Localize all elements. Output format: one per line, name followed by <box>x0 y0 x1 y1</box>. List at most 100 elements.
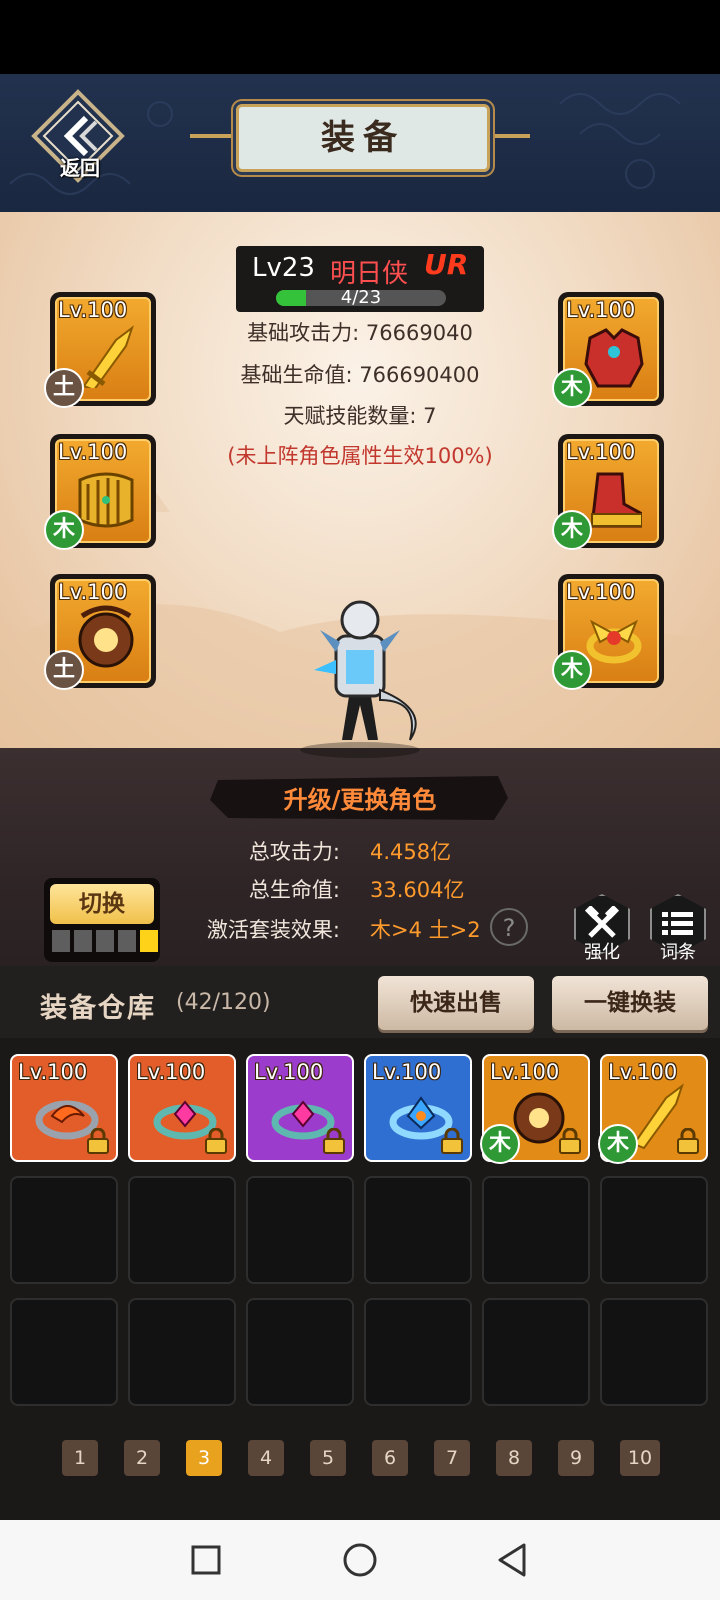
list-icon <box>662 912 693 935</box>
affix-button[interactable]: 词条 <box>650 894 706 963</box>
total-hp-label: 总生命值: <box>248 878 340 902</box>
total-attack-label: 总攻击力: <box>248 840 340 864</box>
page-8-button[interactable]: 8 <box>496 1440 532 1476</box>
inventory-item[interactable]: Lv.100 <box>364 1054 472 1162</box>
switch-segment-active <box>140 930 158 952</box>
wood-element-badge: 木 <box>552 650 592 690</box>
switch-segment <box>52 930 70 952</box>
set-bonus-value: 木>4 土>2 <box>370 918 481 942</box>
page-10-button[interactable]: 10 <box>620 1440 660 1476</box>
warehouse-count: (42/120) <box>176 990 271 1015</box>
item-level: Lv.100 <box>490 1060 560 1084</box>
hero-level: Lv23 <box>252 253 315 283</box>
wood-element-badge: 木 <box>598 1124 638 1164</box>
page-2-button[interactable]: 2 <box>124 1440 160 1476</box>
wood-element-badge: 木 <box>480 1124 520 1164</box>
page-4-button[interactable]: 4 <box>248 1440 284 1476</box>
status-bar <box>0 0 720 74</box>
empty-inventory-slot[interactable] <box>600 1176 708 1284</box>
quick-sell-button[interactable]: 快速出售 <box>378 976 534 1030</box>
title-rod-left <box>190 134 236 138</box>
lock-icon <box>441 1128 463 1154</box>
hero-rarity-badge: UR <box>424 248 469 281</box>
lock-icon <box>87 1128 109 1154</box>
empty-inventory-slot[interactable] <box>10 1298 118 1406</box>
base-hp-stat: 基础生命值: 766690400 <box>240 363 480 387</box>
equip-slot-boots[interactable]: Lv.100 木 <box>552 434 664 550</box>
total-hp-value: 33.604亿 <box>370 878 465 902</box>
slot-level: Lv.100 <box>58 298 128 322</box>
empty-inventory-slot[interactable] <box>128 1176 236 1284</box>
empty-inventory-slot[interactable] <box>364 1298 472 1406</box>
wood-element-badge: 木 <box>552 368 592 408</box>
total-attack-value: 4.458亿 <box>370 840 452 864</box>
slot-level: Lv.100 <box>58 440 128 464</box>
back-nav-icon[interactable] <box>496 1542 528 1578</box>
system-nav-bar <box>0 1520 720 1600</box>
page-5-button[interactable]: 5 <box>310 1440 346 1476</box>
hammers-icon <box>584 906 620 938</box>
lock-icon <box>205 1128 227 1154</box>
empty-inventory-slot[interactable] <box>246 1298 354 1406</box>
hero-name: 明日侠 <box>330 259 409 289</box>
switch-button[interactable]: 切换 <box>50 884 154 924</box>
earth-element-badge: 土 <box>44 368 84 408</box>
page-1-button[interactable]: 1 <box>62 1440 98 1476</box>
lock-icon <box>677 1128 699 1154</box>
hero-xp-text: 4/23 <box>340 287 382 308</box>
empty-inventory-slot[interactable] <box>600 1298 708 1406</box>
affix-label: 词条 <box>660 942 696 963</box>
slot-level: Lv.100 <box>58 580 128 604</box>
inventory-item[interactable]: Lv.100 木 <box>480 1054 590 1164</box>
equip-slot-amulet[interactable]: Lv.100 土 <box>44 574 156 690</box>
recent-apps-icon[interactable] <box>190 1544 222 1576</box>
set-bonus-label: 激活套装效果: <box>206 918 340 942</box>
switch-segment <box>96 930 114 952</box>
slot-level: Lv.100 <box>566 440 636 464</box>
page-7-button[interactable]: 7 <box>434 1440 470 1476</box>
equip-slot-ring[interactable]: Lv.100 木 <box>552 574 664 690</box>
empty-inventory-slot[interactable] <box>482 1176 590 1284</box>
page-title: 装备 <box>321 118 405 158</box>
page-6-button[interactable]: 6 <box>372 1440 408 1476</box>
golden-sword-icon <box>82 325 134 388</box>
home-icon[interactable] <box>342 1542 378 1578</box>
title-rod-right <box>484 134 530 138</box>
switch-segment <box>118 930 136 952</box>
inventory-item[interactable]: Lv.100 <box>128 1054 236 1162</box>
item-level: Lv.100 <box>372 1060 442 1084</box>
item-level: Lv.100 <box>136 1060 206 1084</box>
item-level: Lv.100 <box>18 1060 88 1084</box>
wood-element-badge: 木 <box>44 510 84 550</box>
upgrade-change-hero-button[interactable]: 升级/更换角色 <box>208 780 512 815</box>
enhance-button[interactable]: 强化 <box>574 894 630 963</box>
item-level: Lv.100 <box>254 1060 324 1084</box>
inventory-item[interactable]: Lv.100 木 <box>598 1054 708 1164</box>
page-3-button-active[interactable]: 3 <box>186 1440 222 1476</box>
inactive-bonus-note: (未上阵角色属性生效100%) <box>227 444 493 468</box>
slot-level: Lv.100 <box>566 298 636 322</box>
slot-level: Lv.100 <box>566 580 636 604</box>
equip-slot-armor[interactable]: Lv.100 木 <box>552 292 664 408</box>
empty-inventory-slot[interactable] <box>10 1176 118 1284</box>
hero-character-icon[interactable] <box>280 590 440 760</box>
empty-inventory-slot[interactable] <box>482 1298 590 1406</box>
lock-icon <box>323 1128 345 1154</box>
wood-element-badge: 木 <box>552 510 592 550</box>
inventory-item[interactable]: Lv.100 <box>10 1054 118 1162</box>
help-icon[interactable]: ? <box>490 908 528 946</box>
equip-slot-weapon[interactable]: Lv.100 土 <box>44 292 156 408</box>
lock-icon <box>559 1128 581 1154</box>
base-attack-stat: 基础攻击力: 76669040 <box>247 321 473 345</box>
empty-inventory-slot[interactable] <box>364 1176 472 1284</box>
item-level: Lv.100 <box>608 1060 678 1084</box>
empty-inventory-slot[interactable] <box>246 1176 354 1284</box>
page-9-button[interactable]: 9 <box>558 1440 594 1476</box>
switch-segment <box>74 930 92 952</box>
enhance-label: 强化 <box>584 942 620 963</box>
talent-count-stat: 天赋技能数量: 7 <box>283 404 437 428</box>
equip-slot-bracer[interactable]: Lv.100 木 <box>44 434 156 550</box>
empty-inventory-slot[interactable] <box>128 1298 236 1406</box>
inventory-item[interactable]: Lv.100 <box>246 1054 354 1162</box>
one-click-equip-button[interactable]: 一键换装 <box>552 976 708 1030</box>
